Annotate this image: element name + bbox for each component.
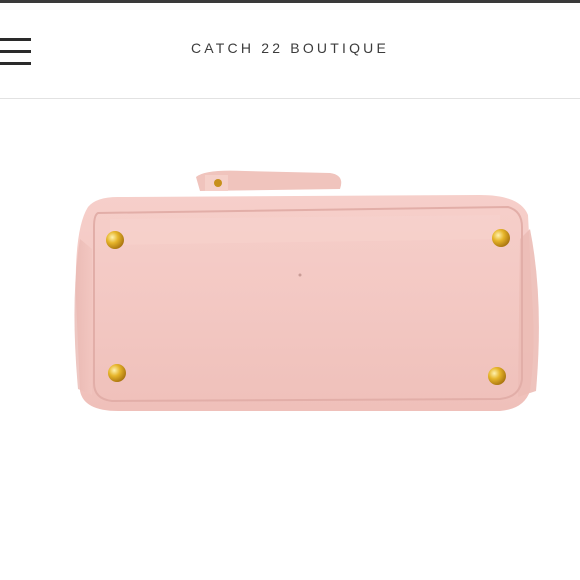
- menu-bar: [0, 62, 31, 65]
- handbag-bottom-image: [74, 170, 539, 411]
- zipper-pull: [214, 179, 222, 187]
- surface-mark: [298, 273, 302, 277]
- left-side-panel: [74, 239, 92, 395]
- site-header: CATCH 22 BOUTIQUE: [0, 3, 580, 99]
- gold-foot-bottom-left: [108, 364, 126, 382]
- product-image: [0, 99, 580, 580]
- gold-foot-bottom-right: [488, 367, 506, 385]
- brand-name[interactable]: CATCH 22 BOUTIQUE: [0, 40, 580, 56]
- gold-foot-top-right: [492, 229, 510, 247]
- page: CATCH 22 BOUTIQUE: [0, 0, 580, 580]
- gold-foot-top-left: [106, 231, 124, 249]
